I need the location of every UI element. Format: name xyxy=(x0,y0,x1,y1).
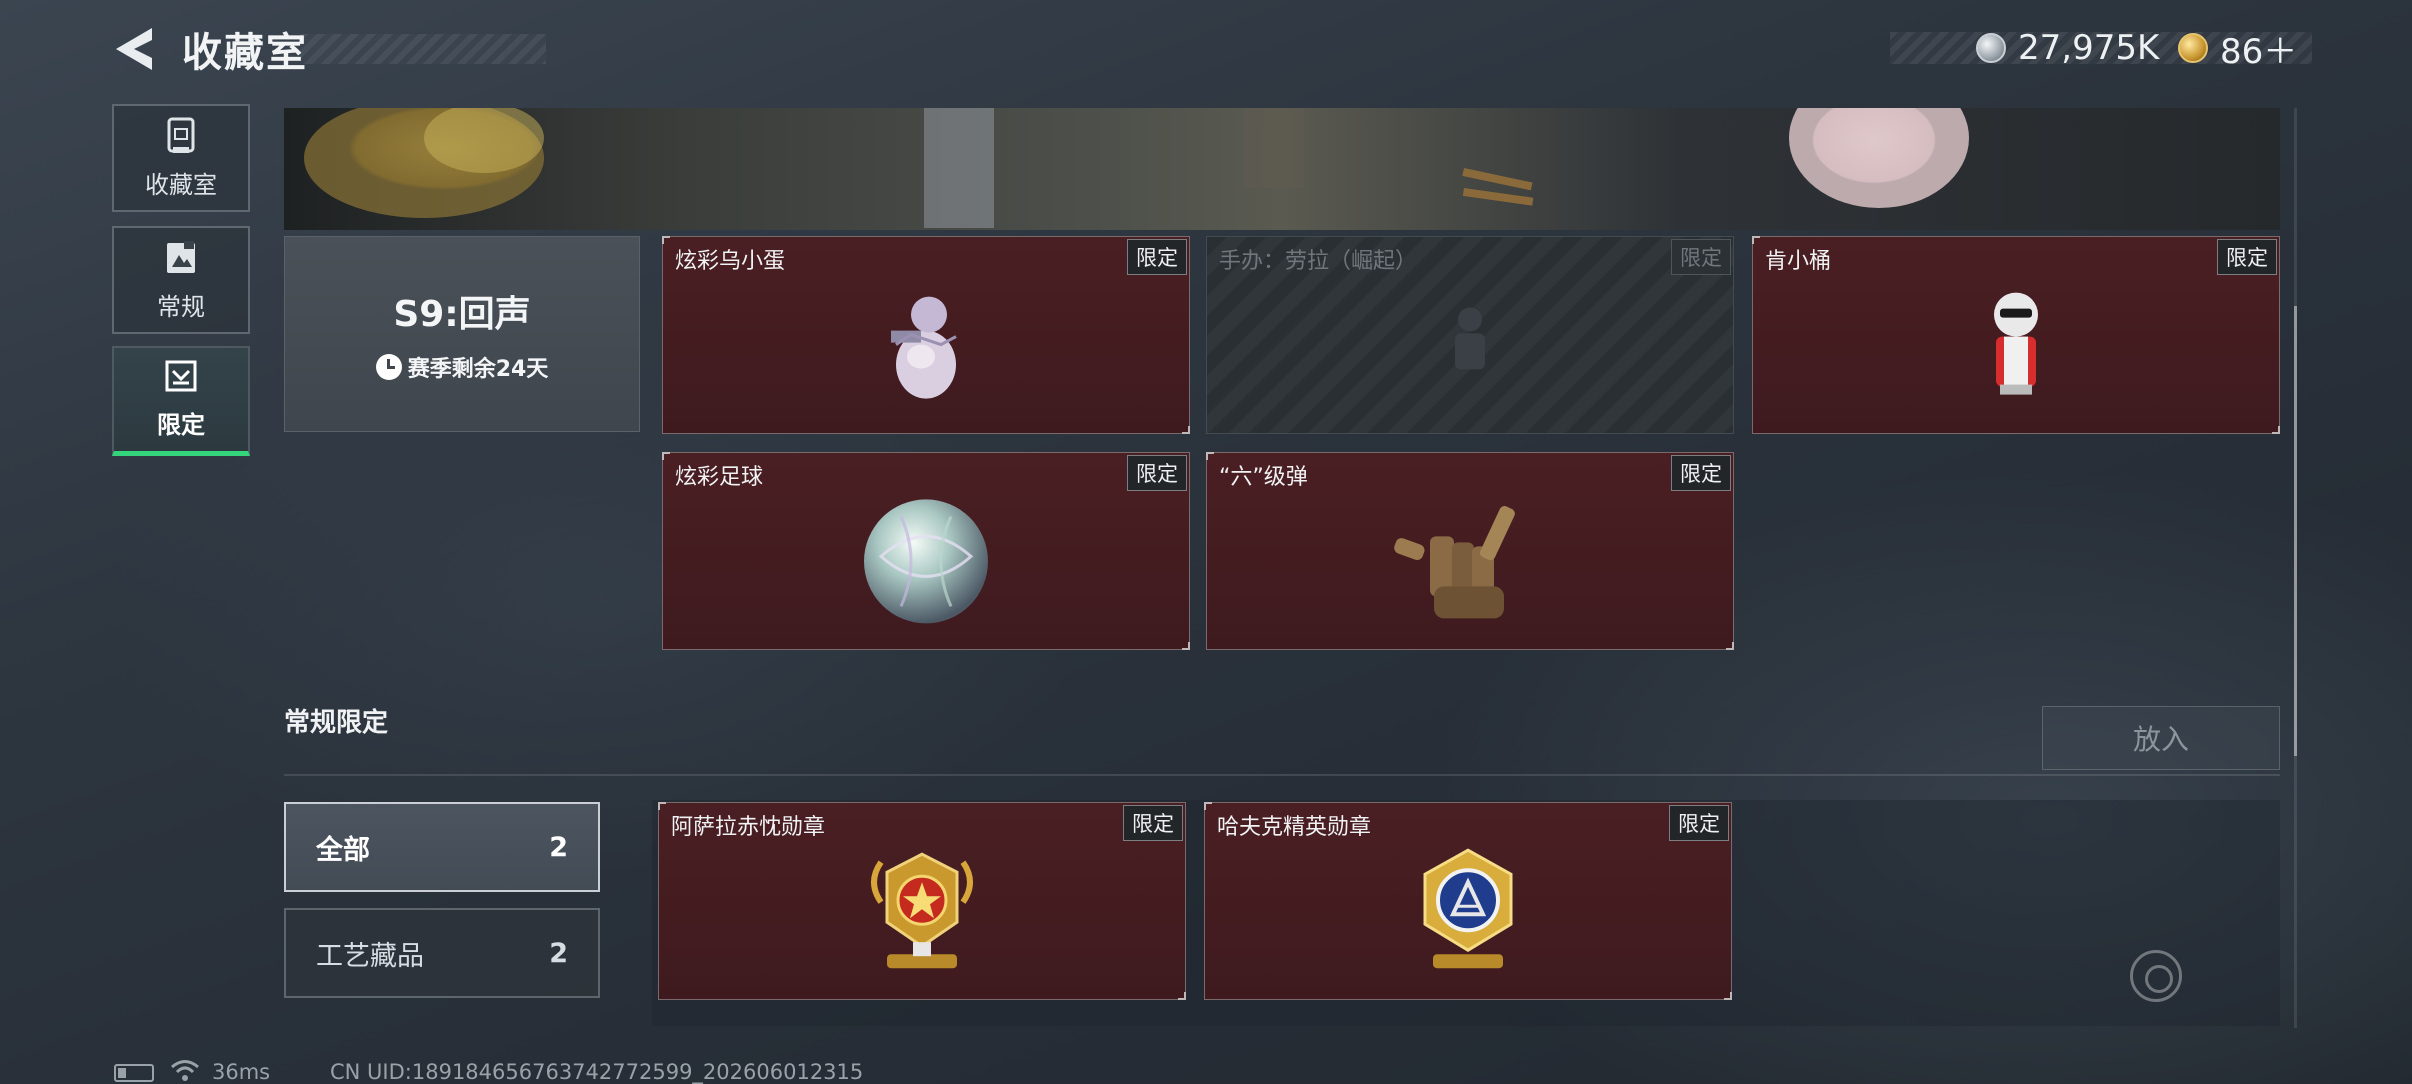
season-title: S9:回声 xyxy=(393,294,531,335)
filter-count: 2 xyxy=(549,937,568,969)
gold-coin-icon xyxy=(2178,33,2208,63)
figure-silhouette-icon xyxy=(1455,307,1485,370)
uid-text: CN UID:1891846567637427725​99_2026060123… xyxy=(330,1060,864,1084)
item-name: 肯小桶 xyxy=(1765,249,1832,274)
filter-label: 工艺藏品 xyxy=(316,940,424,972)
filter-count: 2 xyxy=(549,831,568,863)
limited-tag: 限定 xyxy=(1127,239,1187,275)
gold-currency[interactable]: 86＋ xyxy=(2178,24,2297,72)
filter-all[interactable]: 全部 2 xyxy=(284,802,600,892)
item-card[interactable]: 阿萨拉赤忱勋章 限定 xyxy=(658,802,1186,1000)
season-remaining-text: 赛季剩余24天 xyxy=(407,357,549,382)
gold-medal-icon xyxy=(871,852,973,969)
corner-decoration xyxy=(1724,992,1732,1000)
gold-amount: 86＋ xyxy=(2220,31,2298,72)
scrollbar-thumb[interactable] xyxy=(2294,306,2297,756)
item-card[interactable]: 肯小桶 限定 xyxy=(1752,236,2280,434)
corner-decoration xyxy=(662,452,670,460)
item-name: “六”级弹 xyxy=(1219,465,1308,490)
iridescent-soccer-ball-icon xyxy=(864,499,988,624)
image-card-icon xyxy=(167,240,195,273)
sidebar-item-label: 收藏室 xyxy=(145,170,217,199)
item-card[interactable]: 炫彩足球 限定 xyxy=(662,452,1190,650)
clock-icon xyxy=(375,354,402,380)
corner-decoration xyxy=(1752,236,1760,244)
item-card-locked[interactable]: 手办：劳拉（崛起） 限定 xyxy=(1206,236,1734,434)
item-card[interactable]: 炫彩乌小蛋 限定 xyxy=(662,236,1190,434)
season-banner-image xyxy=(284,108,2280,230)
item-name: 手办：劳拉（崛起） xyxy=(1219,249,1418,274)
limited-tag: 限定 xyxy=(1671,455,1731,491)
page-title: 收藏室 xyxy=(182,30,308,76)
corner-decoration xyxy=(1204,802,1212,810)
limited-tag: 限定 xyxy=(1671,239,1731,275)
corner-decoration xyxy=(1178,992,1186,1000)
section-title-regular-limited: 常规限定 xyxy=(284,708,389,738)
back-arrow-icon xyxy=(116,28,152,70)
filter-craft-collectibles[interactable]: 工艺藏品 2 xyxy=(284,908,600,998)
sidebar-item-regular[interactable]: 常规 xyxy=(112,226,250,334)
limited-tag: 限定 xyxy=(1127,455,1187,491)
limited-tag: 限定 xyxy=(1669,805,1729,841)
limited-tag: 限定 xyxy=(2217,239,2277,275)
silver-amount: 27,975K xyxy=(2018,28,2160,68)
item-card[interactable]: “六”级弹 限定 xyxy=(1206,452,1734,650)
limited-tag: 限定 xyxy=(1123,805,1183,841)
sidebar-item-label: 限定 xyxy=(157,411,205,439)
corner-decoration xyxy=(1206,452,1214,460)
section-divider xyxy=(284,774,2280,776)
limited-icon xyxy=(165,360,197,392)
corner-decoration xyxy=(658,802,666,810)
item-name: 阿萨拉赤忱勋章 xyxy=(671,815,826,840)
elite-medal-icon xyxy=(1423,848,1513,969)
wifi-icon xyxy=(171,1060,199,1081)
corner-decoration xyxy=(1726,642,1734,650)
corner-decoration xyxy=(1182,642,1190,650)
target-ring-icon xyxy=(2130,950,2182,1002)
season-card: S9:回声 赛季剩余24天 xyxy=(284,236,640,432)
item-card[interactable]: 哈夫克精英勋章 限定 xyxy=(1204,802,1732,1000)
battery-icon xyxy=(114,1064,154,1082)
title-decoration xyxy=(300,34,546,64)
put-in-button[interactable]: 放入 xyxy=(2042,706,2280,770)
silver-coin-icon xyxy=(1976,33,2006,63)
silver-currency[interactable]: 27,975K xyxy=(1976,24,2159,72)
back-button[interactable] xyxy=(112,26,160,72)
bucket-mascot-figure-icon xyxy=(1994,292,2038,395)
display-case-icon xyxy=(167,117,195,153)
sidebar-item-limited[interactable]: 限定 xyxy=(112,346,250,456)
corner-decoration xyxy=(2272,426,2280,434)
item-name: 炫彩足球 xyxy=(675,465,764,490)
bullet-hand-gesture-icon xyxy=(1394,506,1515,619)
corner-decoration xyxy=(1182,426,1190,434)
season-remaining: 赛季剩余24天 xyxy=(375,351,549,383)
sidebar-item-label: 常规 xyxy=(157,292,205,321)
item-name: 炫彩乌小蛋 xyxy=(675,249,786,274)
item-name: 哈夫克精英勋章 xyxy=(1217,815,1372,840)
filter-label: 全部 xyxy=(316,834,370,866)
corner-decoration xyxy=(662,236,670,244)
ping-text: 36ms xyxy=(212,1060,271,1084)
sidebar-item-collection-room[interactable]: 收藏室 xyxy=(112,104,250,212)
iridescent-egg-figure-icon xyxy=(891,296,957,399)
